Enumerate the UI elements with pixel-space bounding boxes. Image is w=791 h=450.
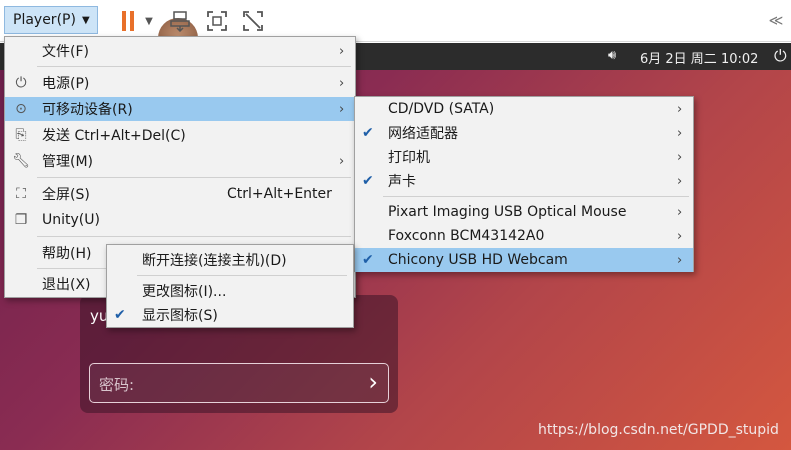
send-keys-icon[interactable] — [168, 8, 192, 34]
chevron-down-icon[interactable]: ▼ — [142, 8, 156, 34]
menu-item-label: Chicony USB HD Webcam — [388, 252, 568, 268]
checkmark-icon: ✔ — [362, 173, 374, 189]
menu-item-file[interactable]: 文件(F) › — [5, 39, 355, 63]
device-item-network-adapter[interactable]: ✔ 网络适配器 › — [355, 121, 693, 145]
submenu-arrow-icon: › — [339, 153, 345, 169]
collapse-icon[interactable]: ≪ — [764, 8, 788, 34]
menu-separator — [37, 236, 351, 237]
device-item-sound-card[interactable]: ✔ 声卡 › — [355, 169, 693, 193]
webcam-item-show-icon[interactable]: ✔ 显示图标(S) — [107, 303, 353, 327]
system-menu-icon[interactable]: ⏻ — [774, 46, 787, 66]
power-icon: ⏻ — [15, 75, 27, 91]
checkmark-icon: ✔ — [114, 307, 126, 323]
menu-item-label: 可移动设备(R) — [42, 102, 133, 118]
menu-item-label: Unity(U) — [42, 212, 100, 228]
volume-icon[interactable]: 🔊︎ — [608, 48, 616, 63]
unity-icon: ❐ — [14, 212, 28, 228]
submenu-arrow-icon: › — [677, 228, 683, 244]
checkmark-icon: ✔ — [362, 125, 374, 141]
removable-device-icon: ⊙ — [15, 101, 27, 117]
menu-item-power[interactable]: ⏻ 电源(P) › — [5, 71, 355, 95]
menu-item-unity[interactable]: ❐ Unity(U) — [5, 208, 355, 232]
menu-item-removable-devices[interactable]: ⊙ 可移动设备(R) › — [5, 97, 355, 121]
unity-icon[interactable] — [240, 8, 266, 34]
fullscreen-icon[interactable] — [204, 8, 230, 34]
submenu-arrow-icon: › — [339, 101, 345, 117]
submenu-arrow-icon: › — [677, 125, 683, 141]
menu-item-label: 发送 Ctrl+Alt+Del(C) — [42, 128, 186, 144]
menu-item-label: 全屏(S) — [42, 187, 90, 203]
checkmark-icon: ✔ — [362, 252, 374, 268]
menu-item-label: 断开连接(连接主机)(D) — [142, 253, 287, 269]
fullscreen-icon: ⛶ — [16, 186, 26, 202]
menu-item-manage[interactable]: 🔧︎ 管理(M) › — [5, 149, 355, 173]
watermark: https://blog.csdn.net/GPDD_stupid — [538, 422, 779, 438]
wrench-icon: 🔧︎ — [12, 153, 30, 169]
menu-item-label: 退出(X) — [42, 277, 91, 293]
device-item-webcam[interactable]: ✔ Chicony USB HD Webcam › — [355, 248, 693, 272]
menu-item-label: 管理(M) — [42, 154, 94, 170]
password-placeholder: 密码: — [99, 376, 135, 394]
menu-item-send-ctrl-alt-del[interactable]: ⎘ 发送 Ctrl+Alt+Del(C) — [5, 123, 355, 147]
chevron-down-icon: ▼ — [81, 14, 90, 26]
menu-item-label: 打印机 — [388, 150, 430, 166]
submenu-arrow-icon: › — [339, 43, 345, 59]
device-item-optical-mouse[interactable]: Pixart Imaging USB Optical Mouse › — [355, 200, 693, 224]
submenu-arrow-icon: › — [339, 75, 345, 91]
password-field[interactable]: 密码: › — [89, 363, 389, 403]
menu-separator — [37, 66, 351, 67]
menu-item-label: Pixart Imaging USB Optical Mouse — [388, 204, 627, 220]
pause-icon[interactable] — [116, 8, 140, 34]
menu-item-label: CD/DVD (SATA) — [388, 101, 495, 117]
submenu-arrow-icon: › — [677, 149, 683, 165]
menu-item-label: 网络适配器 — [388, 126, 458, 142]
menu-separator — [383, 196, 689, 197]
submenu-arrow-icon: › — [677, 173, 683, 189]
player-menu-label: Player(P) — [13, 12, 76, 28]
player-menu-button[interactable]: Player(P) ▼ — [4, 6, 98, 34]
menu-item-label: 文件(F) — [42, 44, 89, 60]
webcam-item-disconnect[interactable]: 断开连接(连接主机)(D) — [107, 248, 353, 272]
menu-item-accelerator: Ctrl+Alt+Enter — [227, 186, 332, 202]
menu-separator — [37, 177, 351, 178]
submenu-arrow-icon: › — [677, 204, 683, 220]
menu-item-label: 电源(P) — [42, 76, 90, 92]
removable-devices-menu: CD/DVD (SATA) › ✔ 网络适配器 › 打印机 › ✔ 声卡 › P… — [354, 96, 694, 272]
submenu-arrow-icon: › — [677, 252, 683, 268]
menu-item-label: 帮助(H) — [42, 246, 92, 262]
device-item-cd-dvd[interactable]: CD/DVD (SATA) › — [355, 97, 693, 121]
submenu-arrow-icon: › — [677, 101, 683, 117]
menu-separator — [137, 275, 347, 276]
webcam-menu: 断开连接(连接主机)(D) 更改图标(I)... ✔ 显示图标(S) — [106, 244, 354, 328]
webcam-item-change-icon[interactable]: 更改图标(I)... — [107, 279, 353, 303]
send-keys-icon: ⎘ — [15, 127, 27, 143]
menu-item-fullscreen[interactable]: ⛶ 全屏(S) Ctrl+Alt+Enter — [5, 182, 355, 206]
menu-item-label: 声卡 — [388, 174, 416, 190]
clock[interactable]: 6月 2日 周二 10:02 — [640, 48, 758, 67]
menu-separator — [37, 268, 107, 269]
device-item-printer[interactable]: 打印机 › — [355, 145, 693, 169]
device-item-foxconn[interactable]: Foxconn BCM43142A0 › — [355, 224, 693, 248]
menu-item-label: Foxconn BCM43142A0 — [388, 228, 545, 244]
menu-item-label: 显示图标(S) — [142, 308, 218, 324]
menu-item-label: 更改图标(I)... — [142, 284, 227, 300]
submit-arrow-icon[interactable]: › — [368, 368, 378, 396]
